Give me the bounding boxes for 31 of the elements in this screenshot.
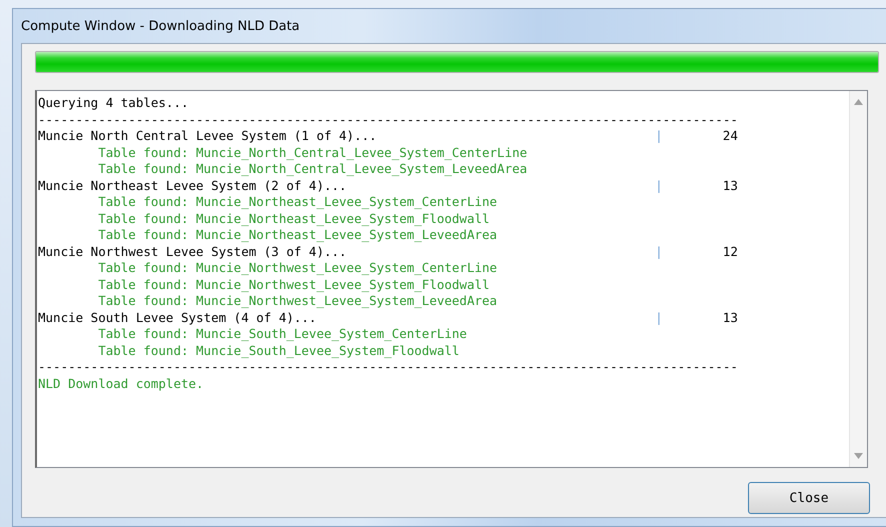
log-line: Muncie South Levee System (4 of 4)... [38,310,318,326]
feature-count: 12 [722,244,738,260]
scroll-down-icon[interactable] [854,453,863,459]
scroll-up-icon[interactable] [854,99,863,105]
feature-count: 13 [722,178,738,194]
window-title: Compute Window - Downloading NLD Data [21,18,300,34]
log-line: Muncie North Central Levee System (1 of 4)... [38,128,378,144]
separator-char: | [655,244,663,260]
log-line: Table found: Muncie_Northeast_Levee_System_LeveedArea [98,227,498,242]
log-line: Table found: Muncie_Northwest_Levee_System_Floodwall [98,276,490,292]
feature-count: 24 [722,128,738,144]
separator-char: | [655,178,663,194]
separator-char: | [655,310,663,326]
log-line: NLD Download complete. [38,376,204,390]
log-line: Table found: Muncie_South_Levee_System_CenterLine [98,326,467,341]
log-line: Querying 4 tables... [38,95,189,110]
dashed-rule: --------------------------------------------------------------------------------------------- [38,359,738,374]
log-line: Table found: Muncie_Northeast_Levee_System_CenterLine [98,194,498,209]
log-line: Table found: Muncie_Northwest_Levee_System_CenterLine [98,260,498,275]
log-line: Table found: Muncie_North_Central_Levee_System_LeveedArea [98,161,528,176]
log-line: Table found: Muncie_South_Levee_System_Floodwall [98,342,460,358]
log-line: Table found: Muncie_Northwest_Levee_System_LeveedArea [98,293,498,308]
log-line: Table found: Muncie_Northeast_Levee_System_Floodwall [98,210,490,226]
dashed-rule: --------------------------------------------------------------------------------------------- [38,112,738,126]
separator-char: | [655,128,663,144]
log-line: Table found: Muncie_North_Central_Levee_System_CenterLine [98,144,528,160]
log-line: Muncie Northwest Levee System (3 of 4)... [38,244,348,260]
feature-count: 13 [722,310,738,326]
log-line: Muncie Northeast Levee System (2 of 4)... [38,178,348,194]
scrollbar[interactable] [849,91,867,467]
close-button[interactable]: Close [748,482,870,514]
